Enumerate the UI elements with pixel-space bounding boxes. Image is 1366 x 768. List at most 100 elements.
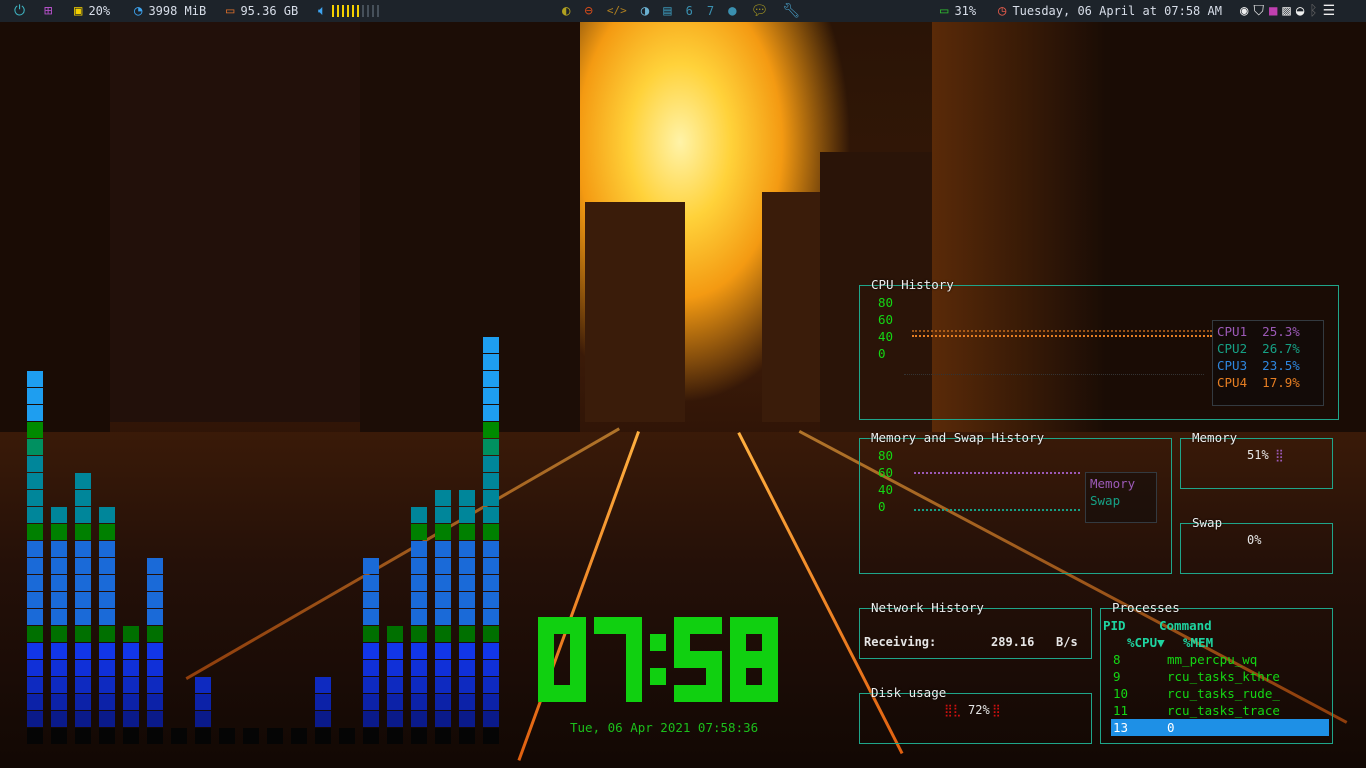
cpu-baseline xyxy=(904,374,1204,376)
process-row[interactable]: 11 rcu_tasks_trace xyxy=(1111,702,1329,719)
clock-pixel xyxy=(570,617,586,634)
mem-axis: 80 60 40 0 xyxy=(878,447,893,515)
image-viewer-icon[interactable]: ▨ xyxy=(1282,4,1290,18)
visualizer-bar-segment xyxy=(459,592,475,608)
clock-pixel xyxy=(730,668,746,685)
clock-pixel xyxy=(762,617,778,634)
visualizer-bar-segment xyxy=(411,507,427,523)
visualizer-bar-segment xyxy=(27,405,43,421)
wifi-icon[interactable]: ◒ xyxy=(1296,4,1304,18)
notes-icon[interactable]: ☰ xyxy=(1323,4,1336,18)
visualizer-bar-segment xyxy=(27,541,43,557)
clock-pixel xyxy=(746,634,762,651)
visualizer-bar-segment xyxy=(459,558,475,574)
datetime[interactable]: Tuesday, 06 April at 07:58 AM xyxy=(1012,4,1222,18)
process-row[interactable]: 9 rcu_tasks_kthre xyxy=(1111,668,1329,685)
code-icon[interactable]: </> xyxy=(607,4,627,18)
visualizer-bar-segment xyxy=(435,490,451,506)
clock-pixel xyxy=(706,651,722,668)
visualizer-bar-segment xyxy=(75,626,91,642)
chat-icon[interactable]: 💬︎ xyxy=(751,4,769,18)
visualizer-bar-segment xyxy=(99,609,115,625)
disk-panel: Disk usage ⣿⣇ 72% ⣿ xyxy=(859,685,1092,744)
visualizer-bar-segment xyxy=(411,609,427,625)
clock-pixel xyxy=(626,668,642,685)
visualizer-bar-segment xyxy=(483,507,499,523)
monitor-icon[interactable]: ▤ xyxy=(663,4,671,18)
visualizer-bar-segment xyxy=(459,728,475,744)
app-icon[interactable]: ■ xyxy=(1269,4,1277,18)
clock-digit xyxy=(594,617,642,702)
legend-value: 26.7% xyxy=(1262,341,1300,356)
visualizer-bar-segment xyxy=(435,643,451,659)
visualizer-bar-segment xyxy=(483,643,499,659)
gamepad-icon[interactable]: ⊖ xyxy=(584,4,592,18)
visualizer-bar-segment xyxy=(459,507,475,523)
clock-pixel xyxy=(570,634,586,651)
clock-pixel xyxy=(674,634,690,651)
power-icon[interactable]: ⏻ xyxy=(14,4,25,18)
workspace-6[interactable]: 6 xyxy=(686,4,693,18)
visualizer-bar-segment xyxy=(387,711,403,727)
clock-pixel xyxy=(570,668,586,685)
github-icon[interactable]: ● xyxy=(728,4,736,18)
col-mem[interactable]: %MEM xyxy=(1183,634,1213,651)
visualizer-bar-segment xyxy=(435,660,451,676)
col-command[interactable]: Command xyxy=(1159,617,1212,634)
process-row[interactable]: 8 mm_percpu_wq xyxy=(1111,651,1329,668)
shield-icon[interactable]: ⛉ xyxy=(1253,4,1264,18)
visualizer-bar-segment xyxy=(123,694,139,710)
volume-icon[interactable]: 🔈︎ xyxy=(318,4,326,18)
clock-date: Tue, 06 Apr 2021 07:58:36 xyxy=(570,720,759,735)
visualizer-bar-segment xyxy=(435,609,451,625)
visualizer-bar-segment xyxy=(195,694,211,710)
visualizer-bar-segment xyxy=(387,694,403,710)
clock-pixel xyxy=(626,617,642,634)
visualizer-bar-segment xyxy=(27,609,43,625)
visualizer-bar-segment xyxy=(483,524,499,540)
clock-pixel xyxy=(554,651,570,668)
clock-pixel xyxy=(746,668,762,685)
visualizer-bar-segment xyxy=(387,677,403,693)
clock-pixel xyxy=(746,617,762,634)
visualizer-bar-segment xyxy=(27,643,43,659)
clock-pixel xyxy=(674,651,690,668)
bluetooth-icon[interactable]: ᛒ xyxy=(1309,4,1317,18)
col-pid[interactable]: PID xyxy=(1103,617,1126,634)
visualizer-bar-segment xyxy=(363,728,379,744)
process-row[interactable]: 10 rcu_tasks_rude_ xyxy=(1111,685,1329,702)
swap-line xyxy=(914,509,1080,511)
battery-icon: ▭ xyxy=(940,3,949,19)
visualizer-bar-segment xyxy=(51,643,67,659)
wrench-icon[interactable]: 🔧︎ xyxy=(782,4,800,18)
visualizer-bar-segment xyxy=(483,609,499,625)
visualizer-bar-segment xyxy=(27,575,43,591)
visualizer-bar-segment xyxy=(147,694,163,710)
process-command: rcu_tasks_rude_ xyxy=(1167,686,1280,701)
firefox-icon[interactable]: ◐ xyxy=(562,4,570,18)
settings-icon[interactable]: ◑ xyxy=(641,4,649,18)
clock-pixel xyxy=(538,634,554,651)
visualizer-bar-segment xyxy=(99,507,115,523)
clock-pixel xyxy=(554,617,570,634)
visualizer-bar-segment xyxy=(27,490,43,506)
clock-pixel xyxy=(594,668,610,685)
visualizer-bar-segment xyxy=(435,711,451,727)
col-cpu[interactable]: %CPU▼ xyxy=(1127,634,1165,651)
process-row[interactable]: 13 0 xyxy=(1111,719,1329,736)
visualizer-bar-segment xyxy=(483,490,499,506)
process-pid: 11 xyxy=(1113,703,1129,718)
axis-tick: 60 xyxy=(878,312,894,327)
visualizer-bar-segment xyxy=(315,694,331,710)
visualizer-bar-segment xyxy=(99,711,115,727)
workspace-7[interactable]: 7 xyxy=(707,4,714,18)
visualizer-bar-segment xyxy=(483,354,499,370)
visualizer-bar-segment xyxy=(123,626,139,642)
visualizer-bar-segment xyxy=(363,592,379,608)
visualizer-bar-segment xyxy=(51,626,67,642)
visualizer-bar-segment xyxy=(99,575,115,591)
building xyxy=(762,192,822,422)
apps-grid-icon[interactable]: ⊞ xyxy=(44,4,52,18)
discord-icon[interactable]: ◉ xyxy=(1240,4,1248,18)
volume-slider[interactable] xyxy=(332,5,380,17)
